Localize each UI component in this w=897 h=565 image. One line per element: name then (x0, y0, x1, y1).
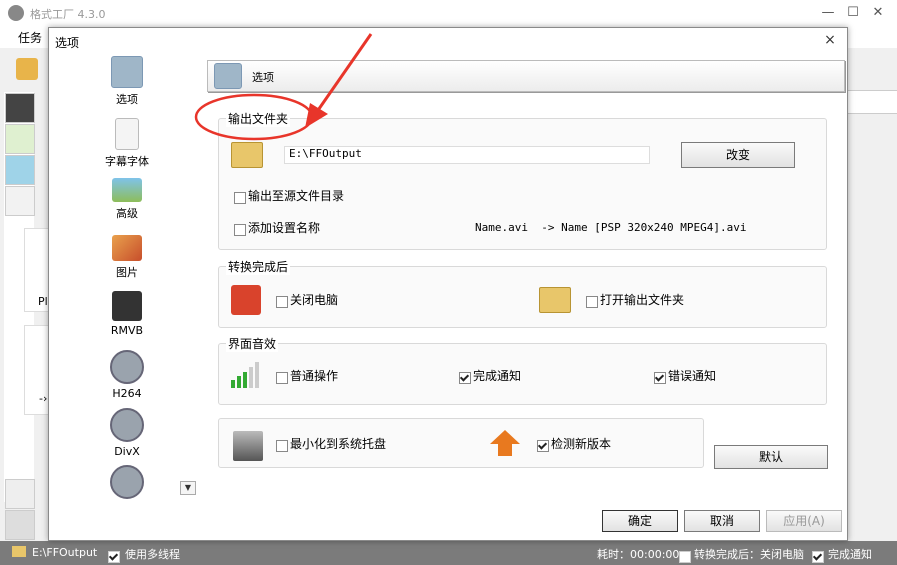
annotation-overlay (194, 33, 373, 141)
annotation-circle (194, 93, 314, 141)
annotation-arrow-head (305, 103, 328, 128)
annotation-arrow-line (312, 33, 373, 117)
